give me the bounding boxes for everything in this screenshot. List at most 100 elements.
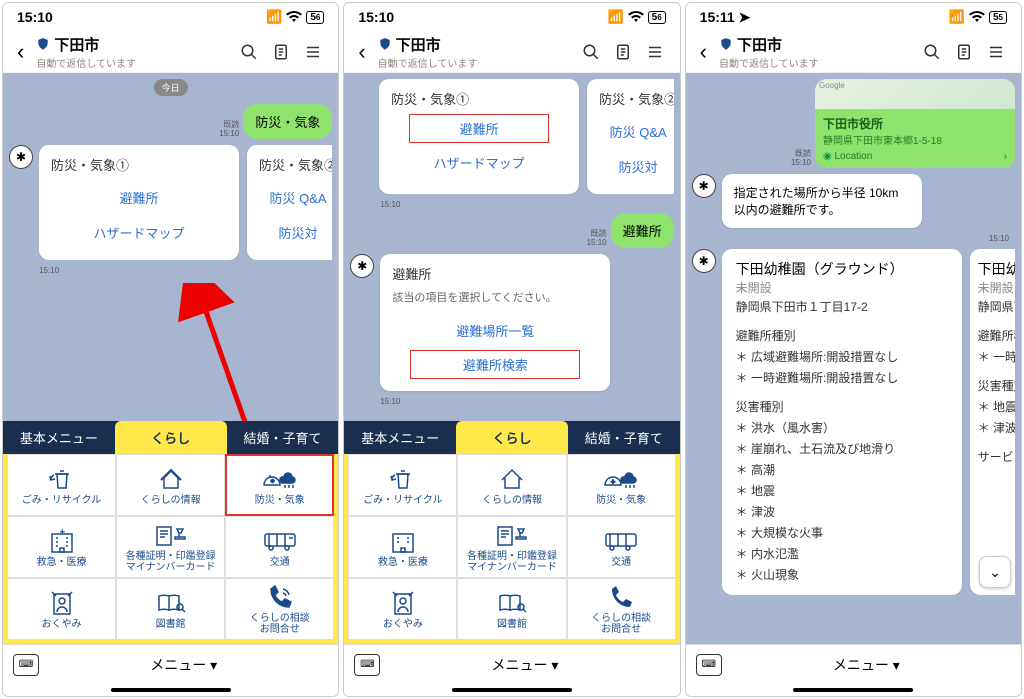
tab-kurashi[interactable]: くらし bbox=[456, 421, 568, 454]
bot-avatar[interactable]: ✱ bbox=[350, 254, 374, 278]
notes-icon[interactable] bbox=[614, 43, 640, 61]
statusbar: 15:10 📶56 bbox=[344, 3, 679, 31]
scroll-down-fab[interactable]: ⌄ bbox=[979, 556, 1011, 588]
keyboard-icon[interactable]: ⌨ bbox=[354, 654, 380, 676]
card-bosai-1[interactable]: 防災・気象① 避難所 ハザードマップ bbox=[39, 145, 239, 260]
result-carousel[interactable]: 下田幼稚園（グラウンド） 未開設 静岡県下田市１丁目17-2 避難所種別 ＊ 広… bbox=[722, 249, 1015, 595]
notes-icon[interactable] bbox=[955, 43, 981, 61]
cell-tosho[interactable]: 図書館 bbox=[116, 578, 225, 640]
notes-icon[interactable] bbox=[272, 43, 298, 61]
home-indicator[interactable] bbox=[3, 684, 338, 696]
tab-kekkon[interactable]: 結婚・子育て bbox=[227, 421, 339, 454]
sent-bubble[interactable]: 避難所 bbox=[611, 213, 674, 248]
bus-icon bbox=[263, 527, 297, 555]
link-hazard[interactable]: ハザードマップ bbox=[391, 145, 567, 180]
menu-toggle[interactable]: メニュー ▾ bbox=[39, 655, 328, 675]
card-hinanjo[interactable]: 避難所 該当の項目を選択してください。 避難場所一覧 避難所検索 bbox=[380, 254, 610, 391]
tab-basic[interactable]: 基本メニュー bbox=[3, 421, 115, 454]
header: ‹ 下田市自動で返信しています bbox=[686, 31, 1021, 73]
back-button[interactable]: ‹ bbox=[694, 39, 713, 65]
link-search[interactable]: 避難所検索 bbox=[410, 350, 580, 379]
menu-grid: ごみ・リサイクル くらしの情報 +防災・気象 救急・医療 各種証明・印鑑登録 マ… bbox=[3, 454, 338, 644]
tab-basic[interactable]: 基本メニュー bbox=[344, 421, 456, 454]
menu-icon[interactable] bbox=[646, 43, 672, 61]
back-button[interactable]: ‹ bbox=[11, 39, 30, 65]
home-indicator[interactable] bbox=[686, 684, 1021, 696]
chat-title: 下田市 bbox=[54, 34, 99, 55]
cell-sodan[interactable]: くらしの相談 お問合せ bbox=[225, 578, 334, 640]
loc-title: 下田市役所 bbox=[823, 115, 1007, 132]
house-icon bbox=[497, 465, 527, 493]
wifi-icon bbox=[286, 11, 302, 23]
search-icon[interactable] bbox=[923, 43, 949, 61]
link-list[interactable]: 避難場所一覧 bbox=[392, 313, 598, 348]
cell-kyukyu[interactable]: 救急・医療 bbox=[348, 516, 457, 578]
cell-info[interactable]: くらしの情報 bbox=[457, 454, 566, 516]
cell-bosai[interactable]: +防災・気象 bbox=[567, 454, 676, 516]
menu-icon[interactable] bbox=[987, 43, 1013, 61]
cell-shomei[interactable]: 各種証明・印鑑登録 マイナンバーカード bbox=[457, 516, 566, 578]
result-card-2[interactable]: 下田幼 未開設 静岡県下 避難所種別 ＊ 一時 災害種別 ＊ 地震 ＊ 津波 サ… bbox=[970, 249, 1015, 595]
loc-addr: 静岡県下田市東本郷1-5-18 bbox=[823, 132, 1007, 147]
bottom-bar: ⌨ メニュー ▾ bbox=[3, 644, 338, 684]
result-card-1[interactable]: 下田幼稚園（グラウンド） 未開設 静岡県下田市１丁目17-2 避難所種別 ＊ 広… bbox=[722, 249, 962, 595]
sent-bubble[interactable]: 防災・気象 bbox=[243, 104, 332, 139]
chat-area[interactable]: 今日 既読15:10 防災・気象 ✱ 防災・気象① 避難所 ハザードマップ 防災… bbox=[3, 73, 338, 421]
signal-icon: 📶 bbox=[266, 9, 282, 25]
back-button[interactable]: ‹ bbox=[352, 39, 371, 65]
cell-shomei[interactable]: 各種証明・印鑑登録 マイナンバーカード bbox=[116, 516, 225, 578]
cell-kotsu[interactable]: 交通 bbox=[567, 516, 676, 578]
cell-info[interactable]: くらしの情報 bbox=[116, 454, 225, 516]
cell-sodan[interactable]: くらしの相談 お問合せ bbox=[567, 578, 676, 640]
card-carousel[interactable]: 防災・気象① 避難所 ハザードマップ 防災・気象② 防災 Q&A 防災対 bbox=[39, 145, 332, 260]
status-right: 📶 56 bbox=[266, 9, 324, 25]
cell-gomi[interactable]: ごみ・リサイクル bbox=[7, 454, 116, 516]
shield-icon bbox=[719, 37, 733, 51]
cell-tosho[interactable]: 図書館 bbox=[457, 578, 566, 640]
menu-toggle[interactable]: メニュー ▾ bbox=[722, 655, 1011, 675]
rich-menu: 基本メニュー くらし 結婚・子育て ごみ・リサイクル くらしの情報 +防災・気象… bbox=[3, 421, 338, 644]
menu-icon[interactable] bbox=[304, 43, 330, 61]
chat-area[interactable]: 既読15:10 Google 下田市役所 静岡県下田市東本郷1-5-18 ◉ L… bbox=[686, 73, 1021, 644]
sent-row: 既読15:10 防災・気象 bbox=[9, 104, 332, 139]
card-bosai-2[interactable]: 防災・気象② 防災 Q&A 防災対 bbox=[587, 79, 674, 194]
bot-avatar[interactable]: ✱ bbox=[692, 249, 716, 273]
hospital-icon bbox=[48, 527, 76, 555]
link-hazard[interactable]: ハザードマップ bbox=[51, 215, 227, 250]
arrow-annotation bbox=[163, 283, 283, 421]
keyboard-icon[interactable]: ⌨ bbox=[13, 654, 39, 676]
shield-icon bbox=[378, 37, 392, 51]
cell-kyukyu[interactable]: 救急・医療 bbox=[7, 516, 116, 578]
card-bosai-1[interactable]: 防災・気象① 避難所 ハザードマップ bbox=[379, 79, 579, 194]
helmet-cloud-icon: + bbox=[262, 465, 298, 493]
home-indicator[interactable] bbox=[344, 684, 679, 696]
clock: 15:10 bbox=[17, 9, 53, 25]
link-hinanjo[interactable]: 避難所 bbox=[51, 180, 227, 215]
phone-icon bbox=[608, 583, 634, 611]
book-search-icon bbox=[497, 589, 527, 617]
cell-kotsu[interactable]: 交通 bbox=[225, 516, 334, 578]
search-icon[interactable] bbox=[240, 43, 266, 61]
cell-gomi[interactable]: ごみ・リサイクル bbox=[348, 454, 457, 516]
bot-avatar[interactable]: ✱ bbox=[9, 145, 33, 169]
cell-okuyami[interactable]: おくやみ bbox=[7, 578, 116, 640]
day-chip: 今日 bbox=[154, 79, 188, 96]
header: ‹ 下田市自動で返信しています bbox=[344, 31, 679, 73]
link-hinanjo[interactable]: 避難所 bbox=[409, 114, 549, 143]
tab-kurashi[interactable]: くらし bbox=[115, 421, 227, 454]
search-icon[interactable] bbox=[582, 43, 608, 61]
card-carousel[interactable]: 防災・気象① 避難所 ハザードマップ 防災・気象② 防災 Q&A 防災対 bbox=[379, 79, 674, 194]
location-bubble[interactable]: Google 下田市役所 静岡県下田市東本郷1-5-18 ◉ Location› bbox=[815, 79, 1015, 168]
rich-menu: 基本メニュー くらし 結婚・子育て ごみ・リサイクル くらしの情報 +防災・気象… bbox=[344, 421, 679, 644]
cell-bosai[interactable]: +防災・気象 bbox=[225, 454, 334, 516]
menu-toggle[interactable]: メニュー ▾ bbox=[380, 655, 669, 675]
bot-avatar[interactable]: ✱ bbox=[692, 174, 716, 198]
card-bosai-2[interactable]: 防災・気象② 防災 Q&A 防災対 bbox=[247, 145, 332, 260]
portrait-icon bbox=[391, 589, 415, 617]
chat-area[interactable]: 防災・気象① 避難所 ハザードマップ 防災・気象② 防災 Q&A 防災対 15:… bbox=[344, 73, 679, 421]
clock: 15:11 ➤ bbox=[700, 9, 751, 26]
tab-kekkon[interactable]: 結婚・子育て bbox=[568, 421, 680, 454]
keyboard-icon[interactable]: ⌨ bbox=[696, 654, 722, 676]
cell-okuyami[interactable]: おくやみ bbox=[348, 578, 457, 640]
book-search-icon bbox=[156, 589, 186, 617]
